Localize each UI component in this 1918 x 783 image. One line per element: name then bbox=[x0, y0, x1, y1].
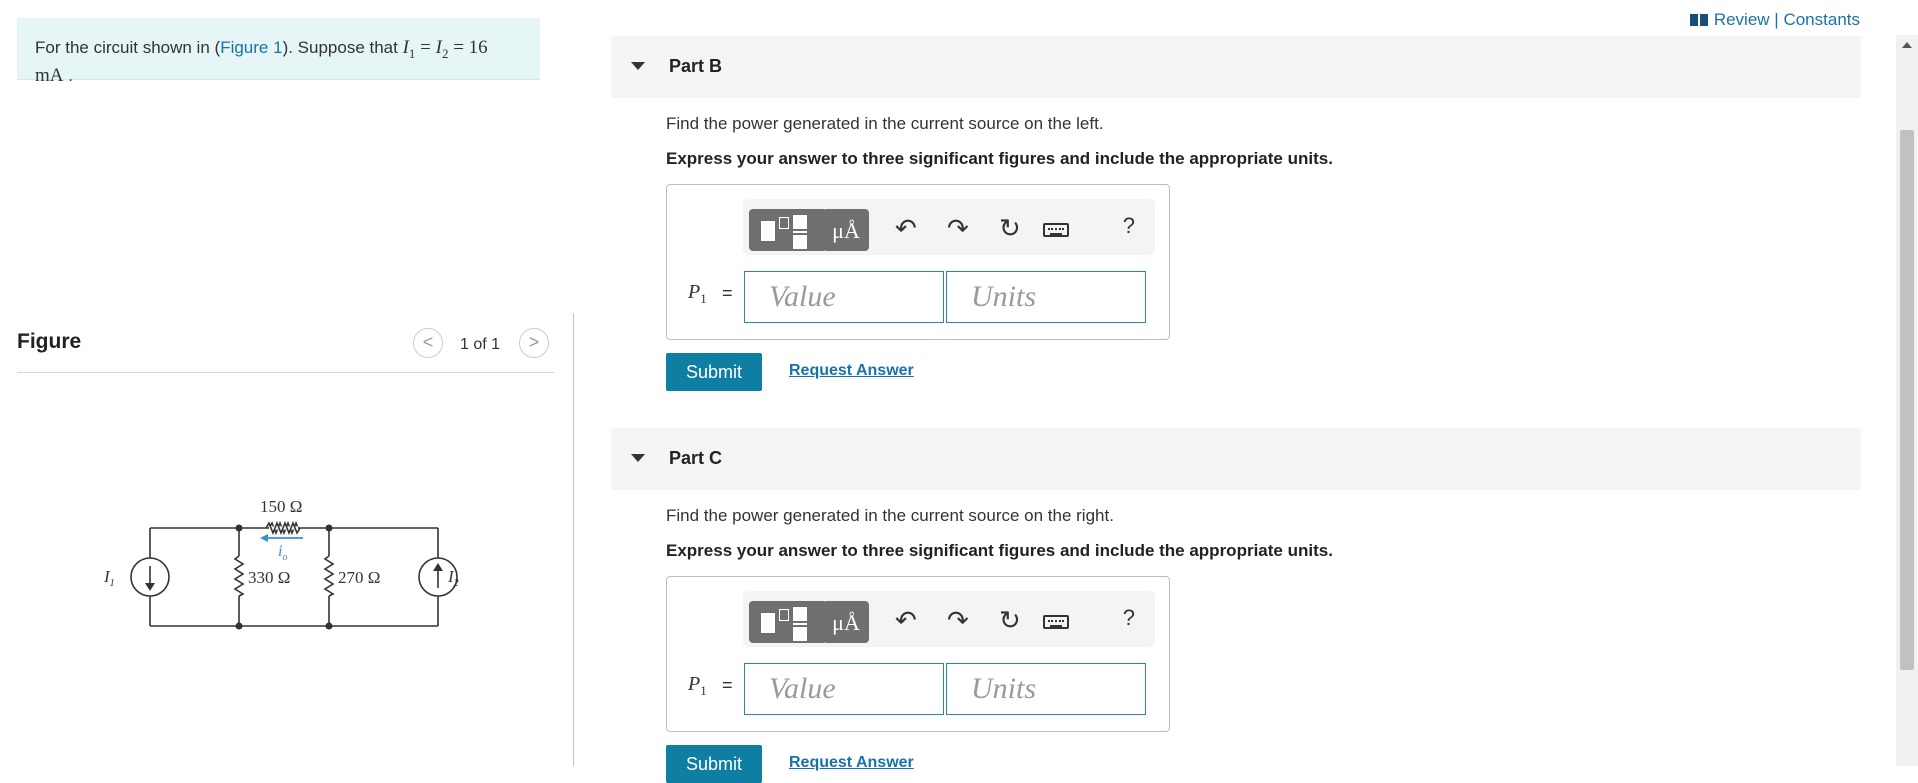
source-i2-label: I2 bbox=[447, 567, 459, 589]
current-io-label: io bbox=[278, 543, 287, 563]
keyboard-icon[interactable] bbox=[1043, 615, 1069, 629]
figure-next-button[interactable]: > bbox=[519, 328, 549, 358]
i2-symbol: I2 bbox=[435, 37, 449, 61]
part-c-submit-button[interactable]: Submit bbox=[666, 745, 762, 783]
part-b-toolbar: μÅ ↶ ↷ ↻ ? bbox=[743, 199, 1155, 255]
part-c-question: Find the power generated in the current … bbox=[666, 506, 1114, 525]
part-c-units-input[interactable]: Units bbox=[946, 663, 1146, 715]
undo-icon[interactable]: ↶ bbox=[895, 213, 917, 244]
current-unit: mA bbox=[35, 64, 64, 86]
separator: | bbox=[1769, 10, 1784, 29]
review-constants: Review | Constants bbox=[1689, 10, 1860, 30]
figure-prev-button[interactable]: < bbox=[413, 328, 443, 358]
left-pane: For the circuit shown in (Figure 1). Sup… bbox=[0, 0, 574, 766]
prompt-text: For the circuit shown in ( bbox=[35, 38, 221, 57]
figure-pager: 1 of 1 bbox=[460, 336, 501, 353]
part-b-variable: P1 bbox=[688, 281, 707, 306]
part-c-value-input[interactable]: Value bbox=[744, 663, 944, 715]
template-button[interactable] bbox=[749, 601, 827, 643]
part-c-answer-box: μÅ ↶ ↷ ↻ ? P1 = Value Units bbox=[666, 576, 1170, 732]
source-i1-label: I1 bbox=[103, 567, 115, 589]
help-icon[interactable]: ? bbox=[1123, 213, 1135, 239]
reset-icon[interactable]: ↻ bbox=[999, 213, 1021, 244]
part-c-variable: P1 bbox=[688, 673, 707, 698]
part-b-submit-button[interactable]: Submit bbox=[666, 353, 762, 391]
help-icon[interactable]: ? bbox=[1123, 605, 1135, 631]
redo-icon[interactable]: ↷ bbox=[947, 605, 969, 636]
review-link[interactable]: Review bbox=[1714, 10, 1770, 29]
figure-link[interactable]: Figure 1 bbox=[220, 38, 282, 57]
resistor-330-label: 330 Ω bbox=[248, 568, 290, 587]
part-b-request-answer-link[interactable]: Request Answer bbox=[789, 362, 914, 380]
reset-icon[interactable]: ↻ bbox=[999, 605, 1021, 636]
book-icon bbox=[1689, 14, 1708, 26]
undo-icon[interactable]: ↶ bbox=[895, 605, 917, 636]
part-c-request-answer-link[interactable]: Request Answer bbox=[789, 754, 914, 772]
pane-divider[interactable] bbox=[573, 313, 574, 766]
part-c-equals: = bbox=[722, 675, 733, 695]
part-b-instruction: Express your answer to three significant… bbox=[666, 149, 1333, 168]
prompt-end: . bbox=[63, 65, 73, 85]
collapse-caret-icon[interactable] bbox=[631, 454, 645, 462]
equals: = bbox=[415, 37, 436, 58]
scroll-up-arrow-icon[interactable] bbox=[1902, 42, 1912, 48]
part-b-header[interactable]: Part B bbox=[611, 36, 1861, 98]
keyboard-icon[interactable] bbox=[1043, 223, 1069, 237]
template-button[interactable] bbox=[749, 209, 827, 251]
part-b-title: Part B bbox=[669, 56, 723, 76]
constants-link[interactable]: Constants bbox=[1783, 10, 1860, 29]
units-button[interactable]: μÅ bbox=[823, 601, 869, 643]
problem-statement: For the circuit shown in (Figure 1). Sup… bbox=[17, 18, 540, 86]
units-button[interactable]: μÅ bbox=[823, 209, 869, 251]
scrollbar-thumb[interactable] bbox=[1900, 130, 1914, 670]
figure-title: Figure bbox=[17, 330, 82, 353]
part-b-value-input[interactable]: Value bbox=[744, 271, 944, 323]
resistor-270-label: 270 Ω bbox=[338, 568, 380, 587]
collapse-caret-icon[interactable] bbox=[631, 62, 645, 70]
part-b-answer-box: μÅ ↶ ↷ ↻ ? P1 = Value Units bbox=[666, 184, 1170, 340]
current-value: = 16 bbox=[448, 37, 488, 58]
circuit-diagram: 150 Ω 330 Ω 270 Ω I1 I2 io bbox=[103, 497, 459, 630]
part-c-title: Part C bbox=[669, 448, 723, 468]
prompt-text-2: ). Suppose that bbox=[282, 38, 403, 57]
i1-symbol: I1 bbox=[402, 37, 416, 61]
part-c-header[interactable]: Part C bbox=[611, 428, 1861, 490]
part-b-equals: = bbox=[722, 283, 733, 303]
figure-header: Figure < 1 of 1 > bbox=[17, 324, 555, 373]
part-c-instruction: Express your answer to three significant… bbox=[666, 541, 1333, 560]
resistor-150-label: 150 Ω bbox=[260, 497, 302, 516]
part-c-toolbar: μÅ ↶ ↷ ↻ ? bbox=[743, 591, 1155, 647]
part-b-units-input[interactable]: Units bbox=[946, 271, 1146, 323]
redo-icon[interactable]: ↷ bbox=[947, 213, 969, 244]
part-b-question: Find the power generated in the current … bbox=[666, 114, 1104, 133]
